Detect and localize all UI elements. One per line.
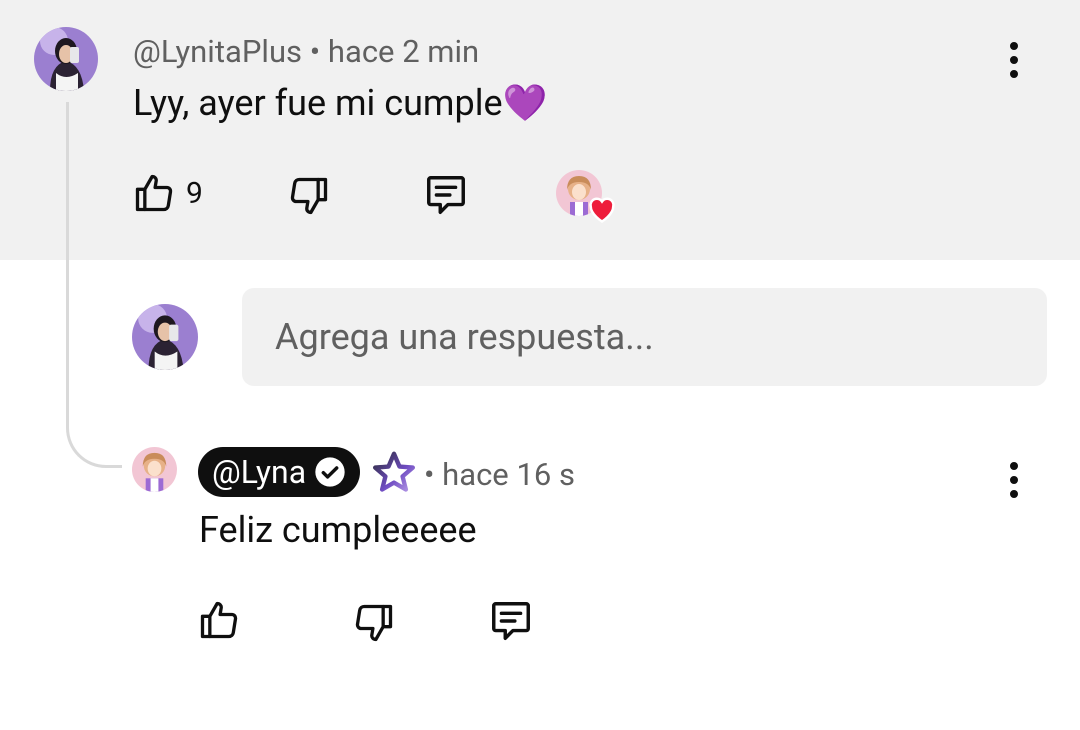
thread-connector-line	[66, 102, 122, 468]
comment-author[interactable]: @LynitaPlus	[133, 33, 302, 70]
verified-check-icon	[315, 457, 345, 487]
reply-author-avatar[interactable]	[132, 447, 177, 492]
reply-time: • hace 16 s	[424, 456, 575, 493]
thumbs-up-icon	[135, 174, 173, 212]
reply-author-name: @Lyna	[212, 453, 307, 491]
thumbs-down-icon	[355, 604, 393, 642]
reply-reply-button[interactable]	[487, 598, 535, 644]
thumbs-up-icon	[200, 601, 238, 639]
comment-more-button[interactable]	[1004, 40, 1024, 80]
heart-icon	[589, 197, 615, 223]
star-icon	[373, 451, 415, 492]
comment-time: • hace 2 min	[309, 33, 480, 70]
reply-text: Feliz cumpleeeee	[199, 509, 477, 551]
creator-heart-badge	[556, 170, 618, 226]
like-count: 9	[186, 175, 203, 211]
comment-meta: @LynitaPlus • hace 2 min	[133, 33, 479, 70]
more-vertical-icon	[1010, 462, 1018, 498]
commenter-avatar[interactable]	[34, 27, 98, 91]
reply-author-handle[interactable]: @Lyna	[198, 447, 361, 497]
reply-like-button[interactable]	[197, 597, 241, 643]
comment-icon	[427, 176, 465, 214]
reply-input[interactable]: Agrega una respuesta...	[242, 288, 1047, 386]
comment-icon	[492, 602, 530, 640]
comment-text: Lyy, ayer fue mi cumple💜	[133, 82, 548, 124]
thumbs-down-icon	[290, 177, 328, 215]
reply-more-button[interactable]	[1004, 460, 1024, 500]
reply-button[interactable]	[422, 172, 470, 218]
reply-dislike-button[interactable]	[352, 600, 396, 646]
more-vertical-icon	[1010, 42, 1018, 78]
current-user-avatar	[132, 304, 198, 370]
like-button[interactable]: 9	[132, 170, 203, 216]
reply-input-placeholder: Agrega una respuesta...	[275, 316, 654, 358]
dislike-button[interactable]	[287, 173, 331, 219]
